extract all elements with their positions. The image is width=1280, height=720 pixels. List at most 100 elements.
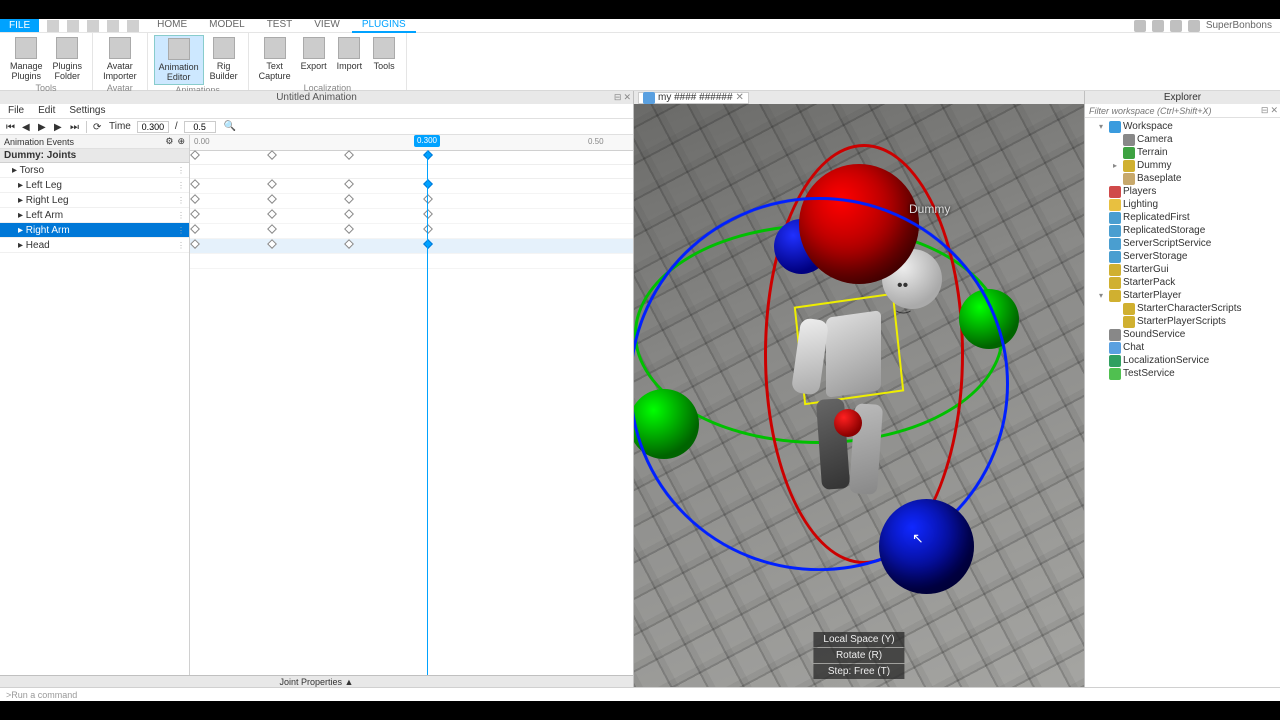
anim-settings-menu[interactable]: Settings bbox=[69, 105, 105, 117]
keyframe[interactable] bbox=[190, 224, 200, 234]
play-anim-icon[interactable]: ▶ bbox=[38, 122, 48, 132]
tree-item-soundservice[interactable]: SoundService bbox=[1085, 328, 1280, 341]
plugins-folder-button[interactable]: PluginsFolder bbox=[49, 35, 87, 83]
tree-item-starterplayer[interactable]: ▾StarterPlayer bbox=[1085, 289, 1280, 302]
summary-keyframe[interactable] bbox=[423, 150, 433, 160]
undo-icon[interactable] bbox=[47, 20, 59, 32]
dock-icon[interactable]: ⊟ bbox=[614, 92, 622, 103]
manage-plugins-button[interactable]: ManagePlugins bbox=[6, 35, 47, 83]
select-icon[interactable] bbox=[127, 20, 139, 32]
tree-item-replicatedstorage[interactable]: ReplicatedStorage bbox=[1085, 224, 1280, 237]
close-tab-icon[interactable]: ✕ bbox=[736, 92, 744, 103]
gear-icon[interactable]: ⚙ bbox=[165, 136, 173, 147]
redo-icon[interactable] bbox=[67, 20, 79, 32]
tree-item-starterpack[interactable]: StarterPack bbox=[1085, 276, 1280, 289]
tree-item-serverstorage[interactable]: ServerStorage bbox=[1085, 250, 1280, 263]
import-button[interactable]: Import bbox=[333, 35, 367, 83]
zoom-in-icon[interactable]: 🔍 bbox=[224, 121, 236, 132]
tab-test[interactable]: TEST bbox=[257, 18, 303, 33]
keyframe[interactable] bbox=[423, 179, 433, 189]
loop-icon[interactable]: ⟳ bbox=[93, 122, 103, 132]
tree-item-baseplate[interactable]: Baseplate bbox=[1085, 172, 1280, 185]
keyframe[interactable] bbox=[267, 209, 277, 219]
tab-model[interactable]: MODEL bbox=[199, 18, 255, 33]
keyframe[interactable] bbox=[344, 209, 354, 219]
timeline-ruler[interactable]: 0.000.500.300 bbox=[190, 135, 633, 151]
keyframe[interactable] bbox=[423, 194, 433, 204]
keyframe[interactable] bbox=[267, 179, 277, 189]
tree-item-workspace[interactable]: ▾Workspace bbox=[1085, 120, 1280, 133]
file-menu[interactable]: FILE bbox=[0, 19, 39, 32]
tree-item-starterplayerscripts[interactable]: StarterPlayerScripts bbox=[1085, 315, 1280, 328]
keyframe[interactable] bbox=[423, 224, 433, 234]
keyframe[interactable] bbox=[190, 194, 200, 204]
keyframe[interactable] bbox=[267, 194, 277, 204]
explorer-filter-input[interactable] bbox=[1085, 104, 1280, 118]
add-event-icon[interactable]: ⊕ bbox=[177, 136, 185, 147]
last-frame-icon[interactable]: ⏭ bbox=[70, 122, 80, 132]
next-frame-icon[interactable]: ▶ bbox=[54, 122, 64, 132]
close-icon[interactable]: ✕ bbox=[623, 92, 631, 103]
dock-icon[interactable]: ⊟ bbox=[1261, 104, 1269, 117]
timeline[interactable]: 0.000.500.300 bbox=[190, 135, 633, 675]
track-left-leg[interactable]: ▸ Left Leg⋮ bbox=[0, 178, 189, 193]
kf-lane[interactable] bbox=[190, 254, 633, 269]
keyframe[interactable] bbox=[190, 179, 200, 189]
tree-item-lighting[interactable]: Lighting bbox=[1085, 198, 1280, 211]
close-icon[interactable]: ✕ bbox=[1270, 104, 1278, 117]
tree-item-camera[interactable]: Camera bbox=[1085, 133, 1280, 146]
help-icon[interactable] bbox=[1134, 20, 1146, 32]
keyframe[interactable] bbox=[344, 224, 354, 234]
tree-item-testservice[interactable]: TestService bbox=[1085, 367, 1280, 380]
keyframe[interactable] bbox=[344, 239, 354, 249]
anim-file-menu[interactable]: File bbox=[8, 105, 24, 117]
play-icon[interactable] bbox=[87, 20, 99, 32]
track-left-arm[interactable]: ▸ Left Arm⋮ bbox=[0, 208, 189, 223]
export-button[interactable]: Export bbox=[297, 35, 331, 83]
tab-view[interactable]: VIEW bbox=[304, 18, 350, 33]
viewport-tab[interactable]: my #### ###### ✕ bbox=[638, 92, 749, 104]
keyframe[interactable] bbox=[423, 239, 433, 249]
prev-frame-icon[interactable]: ◀ bbox=[22, 122, 32, 132]
keyframe[interactable] bbox=[267, 239, 277, 249]
first-frame-icon[interactable]: ⏮ bbox=[6, 122, 16, 132]
kf-lane[interactable] bbox=[190, 239, 633, 254]
viewport-3d[interactable]: ••‿ Dummy Local Space (Y) Rotate (R) Ste… bbox=[634, 104, 1084, 687]
tree-item-replicatedfirst[interactable]: ReplicatedFirst bbox=[1085, 211, 1280, 224]
track-torso[interactable]: ▸ Torso⋮ bbox=[0, 163, 189, 178]
keyframe[interactable] bbox=[190, 209, 200, 219]
stop-icon[interactable] bbox=[107, 20, 119, 32]
tree-item-startergui[interactable]: StarterGui bbox=[1085, 263, 1280, 276]
handle-z-bottom[interactable] bbox=[879, 499, 974, 594]
avatar-icon[interactable] bbox=[1188, 20, 1200, 32]
rig-builder-button[interactable]: RigBuilder bbox=[206, 35, 242, 85]
track-right-arm[interactable]: ▸ Right Arm⋮ bbox=[0, 223, 189, 238]
tree-item-players[interactable]: Players bbox=[1085, 185, 1280, 198]
tree-item-dummy[interactable]: ▸Dummy bbox=[1085, 159, 1280, 172]
keyframe[interactable] bbox=[267, 224, 277, 234]
kf-lane[interactable] bbox=[190, 224, 633, 239]
keyframe[interactable] bbox=[423, 209, 433, 219]
tree-item-chat[interactable]: Chat bbox=[1085, 341, 1280, 354]
tab-home[interactable]: HOME bbox=[147, 18, 197, 33]
keyframe[interactable] bbox=[344, 194, 354, 204]
time-end-input[interactable] bbox=[184, 121, 216, 133]
events-lane[interactable] bbox=[190, 151, 633, 165]
time-current-input[interactable] bbox=[137, 121, 169, 133]
text-capture-button[interactable]: TextCapture bbox=[255, 35, 295, 83]
summary-keyframe[interactable] bbox=[344, 150, 354, 160]
joint-properties-toggle[interactable]: Joint Properties ▲ bbox=[0, 675, 633, 687]
keyframe[interactable] bbox=[344, 179, 354, 189]
tools-button[interactable]: Tools bbox=[368, 35, 400, 83]
kf-lane[interactable] bbox=[190, 209, 633, 224]
tab-plugins[interactable]: PLUGINS bbox=[352, 18, 416, 33]
track-right-leg[interactable]: ▸ Right Leg⋮ bbox=[0, 193, 189, 208]
keyframe[interactable] bbox=[190, 239, 200, 249]
tree-item-startercharacterscripts[interactable]: StarterCharacterScripts bbox=[1085, 302, 1280, 315]
kf-lane[interactable] bbox=[190, 194, 633, 209]
avatar-importer-button[interactable]: AvatarImporter bbox=[99, 35, 141, 83]
tree-item-serverscriptservice[interactable]: ServerScriptService bbox=[1085, 237, 1280, 250]
kf-lane[interactable] bbox=[190, 179, 633, 194]
tree-item-localizationservice[interactable]: LocalizationService bbox=[1085, 354, 1280, 367]
command-bar[interactable]: > Run a command bbox=[0, 687, 1280, 701]
